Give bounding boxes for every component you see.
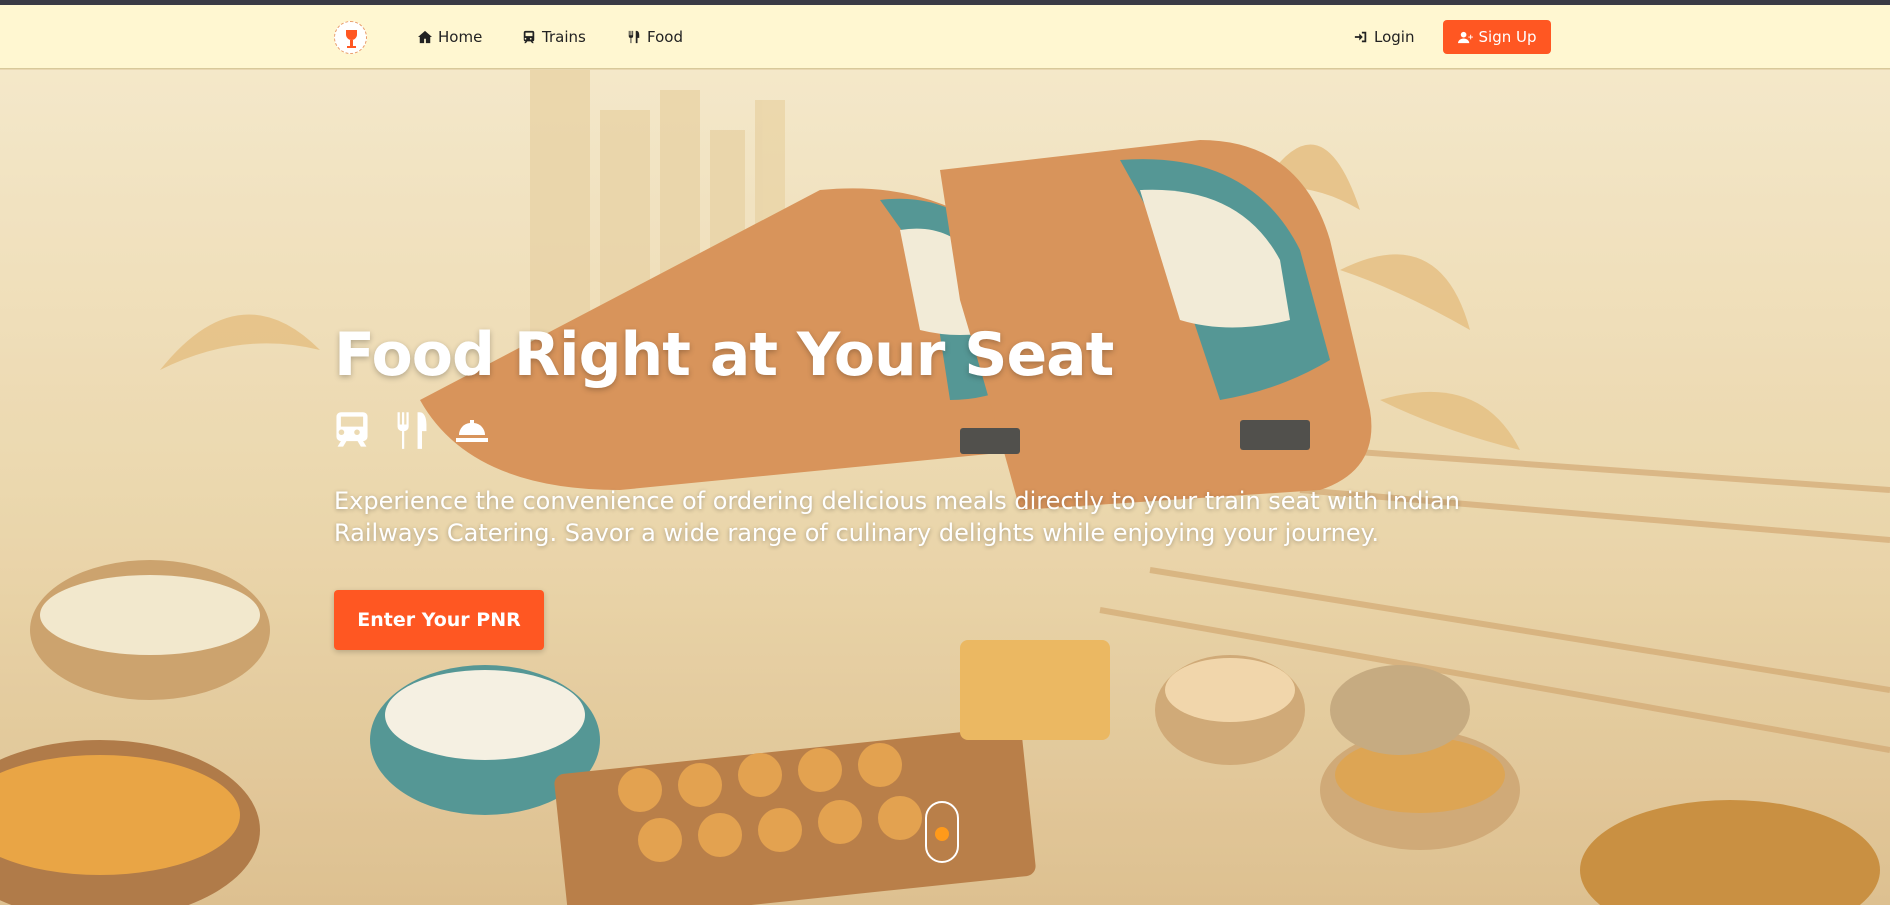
sign-in-icon (1354, 31, 1367, 43)
signup-label: Sign Up (1478, 28, 1537, 46)
user-plus-icon (1457, 31, 1473, 43)
login-label: Login (1374, 28, 1415, 46)
nav-home-link[interactable]: Home (418, 26, 482, 48)
hero-title: Food Right at Your Seat (334, 320, 1114, 390)
hero-description: Experience the convenience of ordering d… (334, 487, 1460, 547)
navbar-inner: Home Trains Food Login Sign Up (334, 5, 1556, 69)
utensils-icon (628, 30, 640, 44)
hero-section: Food Right at Your Seat Experience the c… (0, 70, 1890, 905)
hero-content: Food Right at Your Seat Experience the c… (334, 320, 1534, 650)
scroll-dot-icon (935, 827, 949, 841)
nav-trains-label: Trains (542, 28, 586, 46)
nav-home-label: Home (438, 28, 483, 46)
train-icon (336, 412, 368, 447)
nav-trains-link[interactable]: Trains (522, 26, 586, 48)
utensils-icon (397, 412, 427, 449)
trophy-cup-icon (346, 30, 357, 40)
nav-food-link[interactable]: Food (627, 26, 683, 48)
nav-food-label: Food (647, 28, 683, 46)
login-link[interactable]: Login (1354, 26, 1414, 48)
scroll-down-indicator[interactable] (925, 801, 959, 863)
train-icon (523, 30, 535, 44)
home-icon (418, 30, 432, 44)
enter-pnr-button[interactable]: Enter Your PNR (334, 590, 544, 650)
concierge-bell-icon (456, 420, 488, 442)
signup-button[interactable]: Sign Up (1443, 20, 1551, 54)
hero-icons (334, 410, 490, 450)
navbar: Home Trains Food Login Sign Up (0, 5, 1890, 69)
logo[interactable] (334, 21, 367, 54)
